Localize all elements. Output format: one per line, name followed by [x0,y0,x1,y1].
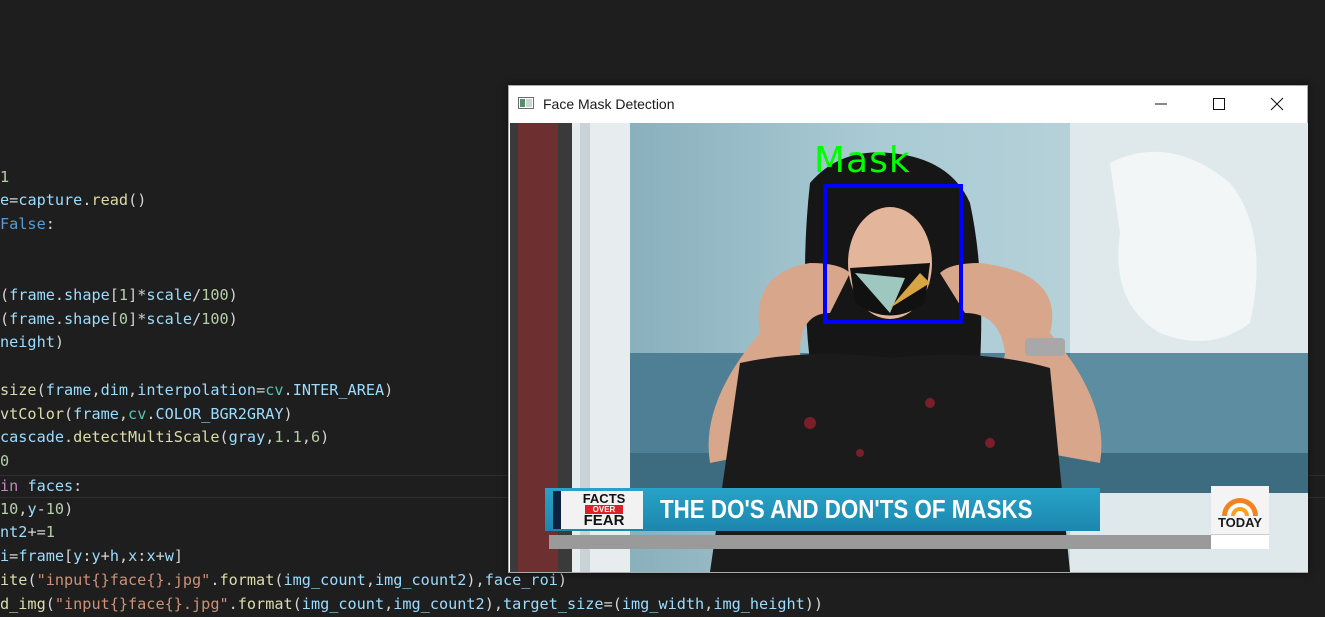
opencv-window-icon [518,97,534,109]
minimize-icon [1155,103,1167,105]
face-bounding-box [823,184,963,324]
code-line[interactable]: i=frame[y:y+h,x:x+w] [0,545,183,568]
logo-facts-text: FACTS [582,491,626,506]
face-mask-detection-window[interactable]: Face Mask Detection Mask FACTS OVER FEAR… [508,85,1308,573]
window-title: Face Mask Detection [543,96,675,112]
code-line[interactable]: False: [0,213,55,236]
today-logo: TODAY [1211,486,1269,549]
window-titlebar[interactable]: Face Mask Detection [509,86,1307,122]
code-line[interactable]: e=capture.read() [0,189,146,212]
maximize-button[interactable] [1190,86,1248,122]
code-line[interactable]: (frame.shape[1]*scale/100) [0,284,238,307]
code-line[interactable]: ite("input{}face{}.jpg".format(img_count… [0,569,567,592]
code-line[interactable]: (frame.shape[0]*scale/100) [0,308,238,331]
close-button[interactable] [1248,86,1306,122]
code-line[interactable]: d_img("input{}face{}.jpg".format(img_cou… [0,593,823,616]
news-headline: THE DO'S AND DON'TS OF MASKS [660,494,1033,524]
code-line[interactable]: in faces: [0,475,82,498]
code-line[interactable]: vtColor(frame,cv.COLOR_BGR2GRAY) [0,403,293,426]
logo-fear-text: FEAR [583,512,625,529]
code-line[interactable]: 1 [0,166,9,189]
code-line[interactable]: nt2+=1 [0,521,55,544]
video-frame: Mask FACTS OVER FEAR THE DO'S AND DON'TS… [510,123,1308,572]
minimize-button[interactable] [1132,86,1190,122]
code-line[interactable]: size(frame,dim,interpolation=cv.INTER_AR… [0,379,393,402]
code-line[interactable]: neight) [0,331,64,354]
today-logo-text: TODAY [1217,515,1263,530]
maximize-icon [1213,98,1225,110]
detection-label: Mask [814,140,911,181]
close-icon [1270,97,1284,111]
ticker-bar [549,535,1211,549]
code-line[interactable]: 10,y-10) [0,498,73,521]
facts-over-fear-logo: FACTS OVER FEAR [553,491,643,529]
code-line[interactable]: 0 [0,450,9,473]
code-line[interactable]: cascade.detectMultiScale(gray,1.1,6) [0,426,329,449]
